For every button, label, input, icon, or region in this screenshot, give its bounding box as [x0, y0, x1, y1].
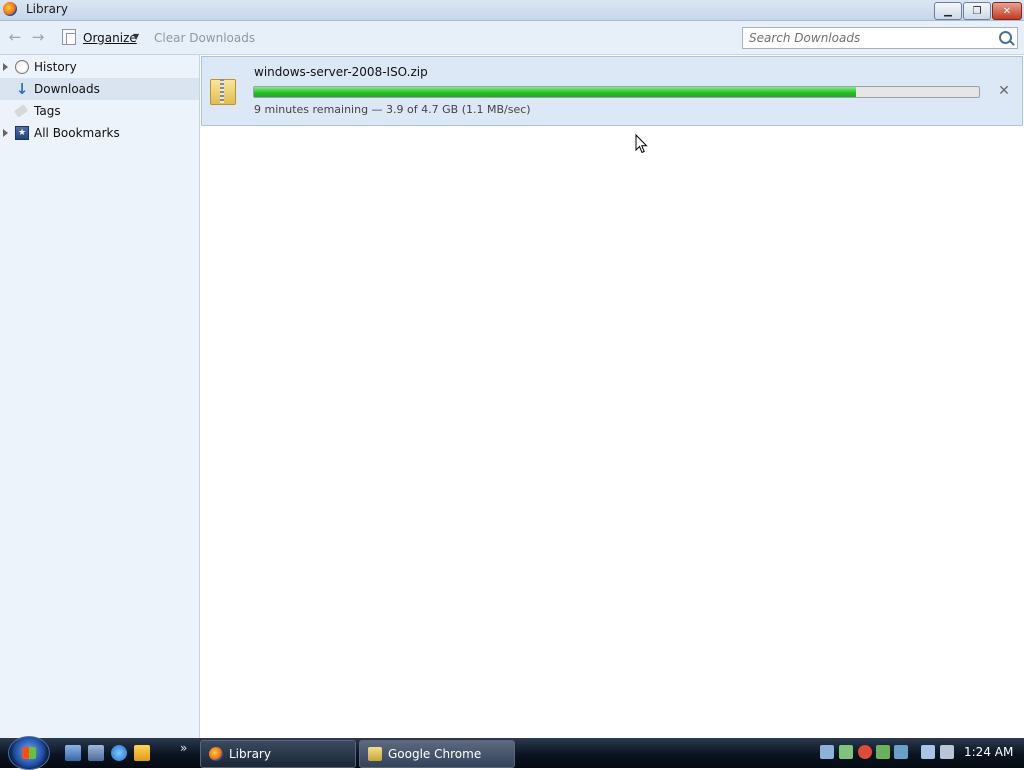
tray-app-icon[interactable] — [839, 745, 853, 759]
cancel-download-icon[interactable]: ✕ — [997, 84, 1011, 98]
tray-app-icon[interactable] — [820, 745, 834, 759]
minimize-button[interactable]: ▁ — [934, 2, 962, 20]
taskbar-item-label: Library — [229, 747, 271, 761]
back-arrow-icon[interactable]: ← — [6, 29, 24, 45]
download-status: 9 minutes remaining — 3.9 of 4.7 GB (1.1… — [254, 103, 531, 116]
show-desktop-icon[interactable] — [65, 745, 81, 761]
quick-launch-more-icon[interactable]: » — [180, 741, 187, 755]
sidebar-item-tags[interactable]: Tags — [0, 100, 199, 122]
taskbar-item-label: Google Chrome — [388, 747, 482, 761]
firefox-icon — [209, 747, 223, 761]
forward-arrow-icon[interactable]: → — [29, 29, 47, 45]
sidebar: History ↓ Downloads Tags ★ All Bookmarks — [0, 55, 200, 738]
download-filename: windows-server-2008-ISO.zip — [254, 65, 428, 79]
zip-file-icon — [210, 75, 236, 105]
expand-arrow-icon[interactable] — [3, 129, 8, 137]
maximize-button[interactable]: ❐ — [963, 2, 991, 20]
volume-muted-icon[interactable] — [940, 745, 954, 759]
tag-icon — [13, 104, 29, 118]
sidebar-item-history[interactable]: History — [0, 56, 199, 78]
download-item[interactable]: windows-server-2008-ISO.zip 9 minutes re… — [201, 56, 1023, 126]
taskbar-item-google-chrome[interactable]: Google Chrome — [359, 740, 515, 768]
sidebar-item-label: Downloads — [34, 82, 100, 96]
tray-app-icon[interactable] — [894, 745, 908, 759]
sidebar-item-downloads[interactable]: ↓ Downloads — [0, 78, 199, 100]
firefox-icon — [3, 2, 17, 16]
organize-icon — [62, 29, 76, 45]
taskbar-item-library[interactable]: Library — [200, 740, 356, 768]
start-button[interactable] — [8, 736, 50, 770]
search-input[interactable] — [747, 28, 996, 48]
sidebar-item-all-bookmarks[interactable]: ★ All Bookmarks — [0, 122, 199, 144]
search-icon[interactable] — [999, 31, 1012, 44]
title-bar: Library ▁ ❐ ✕ — [0, 0, 1024, 21]
chevron-down-icon[interactable]: ▼ — [133, 32, 139, 41]
clock-icon — [15, 60, 29, 74]
download-arrow-icon: ↓ — [15, 80, 29, 98]
expand-arrow-icon[interactable] — [3, 63, 8, 71]
progress-fill — [254, 87, 856, 97]
download-progress-bar — [253, 86, 980, 98]
sidebar-item-label: All Bookmarks — [34, 126, 120, 140]
switch-windows-icon[interactable] — [88, 745, 104, 761]
clear-downloads-button[interactable]: Clear Downloads — [154, 31, 255, 45]
internet-explorer-icon[interactable] — [111, 745, 127, 761]
mouse-cursor-icon — [635, 133, 649, 154]
sidebar-item-label: History — [34, 60, 77, 74]
tray-alert-icon[interactable] — [858, 745, 872, 759]
tray-app-icon[interactable] — [876, 745, 890, 759]
chrome-icon — [368, 747, 382, 761]
taskbar-clock[interactable]: 1:24 AM — [964, 745, 1013, 759]
close-button[interactable]: ✕ — [992, 2, 1022, 20]
network-icon[interactable] — [921, 745, 935, 759]
organize-button[interactable]: Organize — [83, 31, 137, 45]
window-title: Library — [26, 2, 68, 16]
media-player-icon[interactable] — [134, 745, 150, 761]
downloads-list — [200, 55, 1024, 738]
bookmarks-star-icon: ★ — [15, 126, 29, 140]
sidebar-item-label: Tags — [34, 104, 61, 118]
search-box[interactable] — [742, 27, 1018, 49]
